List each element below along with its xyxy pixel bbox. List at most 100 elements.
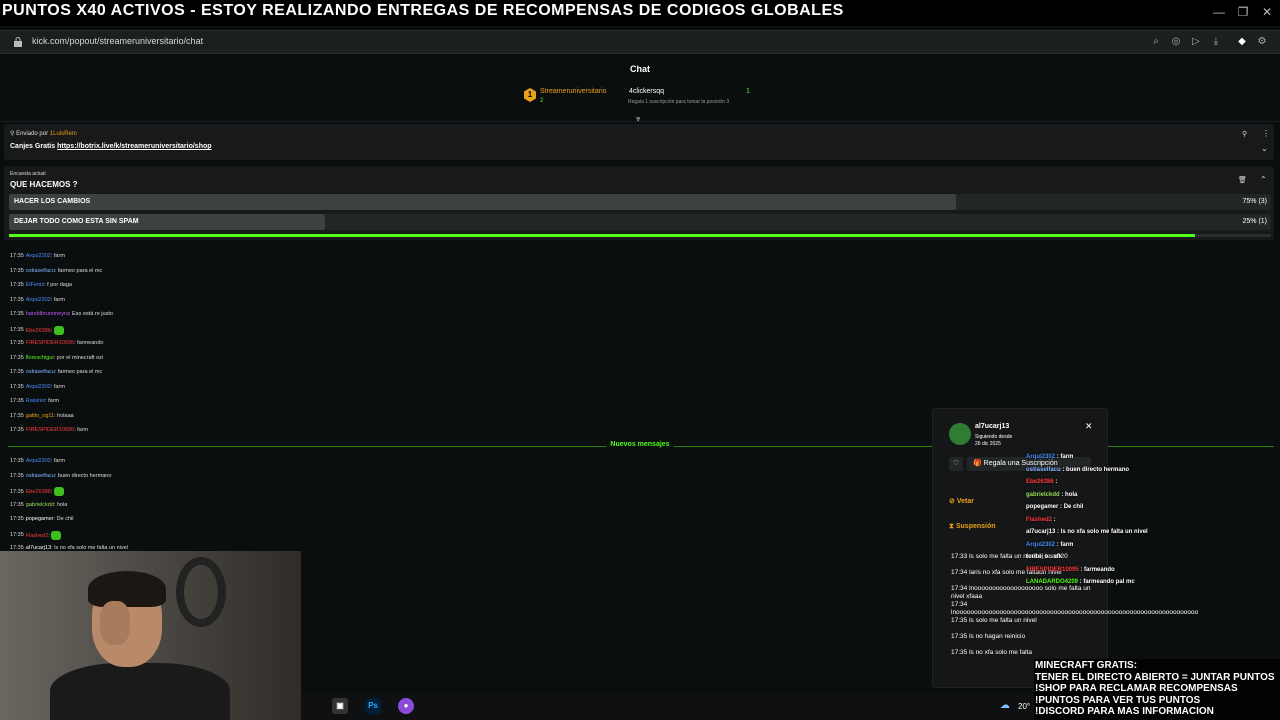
message-username[interactable]: FIRESPIDER10095: [26, 427, 74, 433]
message-text: farmeo para el mc: [57, 369, 103, 375]
poll-timer-fill: [9, 234, 1196, 237]
extension-icon[interactable]: ◆: [1236, 36, 1248, 48]
poll-option-percent: 75% (3): [1242, 198, 1267, 205]
info-overlay-line: MINECRAFT GRATIS:: [1035, 660, 1138, 671]
message-time: 17:35: [10, 398, 24, 404]
settings-icon[interactable]: ⚙: [1256, 36, 1268, 48]
message-username[interactable]: Arqui2302: [26, 384, 51, 390]
poll-option[interactable]: HACER LOS CAMBIOS 75% (3): [9, 194, 1271, 210]
message-username[interactable]: floreschigui: [26, 355, 54, 361]
message-time: 17:35: [10, 488, 24, 495]
poll-label: Encuesta actual: [10, 171, 46, 177]
message-text: farmeando: [77, 340, 104, 346]
close-icon[interactable]: ✕: [1260, 5, 1274, 19]
overlay-text: ls no xfa solo me falta un nivel: [1060, 529, 1148, 535]
pinned-sender-name[interactable]: 1LuisRem: [50, 131, 77, 137]
heart-icon[interactable]: ♡: [949, 457, 963, 471]
message-text: holaaa: [57, 412, 74, 419]
game-app-icon[interactable]: ▣: [332, 698, 348, 714]
play-icon[interactable]: ▷: [1190, 36, 1202, 48]
message-username[interactable]: ostiaselfacu: [26, 268, 55, 274]
gift-icon: 🎁: [973, 460, 984, 467]
message-username[interactable]: ostiaselfacu: [26, 473, 55, 479]
shield-icon[interactable]: ◎: [1170, 36, 1182, 48]
emote-icon: [51, 530, 62, 540]
message-username[interactable]: haroldbrunoneyra: [26, 311, 69, 317]
photoshop-icon[interactable]: Ps: [365, 698, 381, 714]
message-time: 17:35: [10, 501, 24, 508]
message-username[interactable]: Arqui2302: [26, 297, 51, 303]
message-username[interactable]: Arqui2302: [26, 458, 51, 464]
chat-title: Chat: [630, 64, 650, 74]
chat-message: 17:35 Arqui2302: farm: [10, 384, 65, 390]
new-messages-text: Nuevos mensajes: [606, 441, 674, 448]
overlay-chat-message: gabrielckdd : hola: [1026, 492, 1077, 498]
veto-icon: ⊘: [949, 498, 957, 505]
chat-message: 17:35 gabrielckdd: hola: [10, 502, 67, 508]
history-message: 17:35 ls no xfa solo me falta: [951, 649, 1032, 656]
pin-toggle-icon[interactable]: ⚲: [1242, 130, 1247, 138]
message-username[interactable]: ElFenix: [26, 282, 44, 288]
chat-message: 17:35 Flashed2:: [10, 530, 62, 540]
user-card-name[interactable]: al7ucarj13: [975, 423, 1009, 430]
download-icon[interactable]: ⤓: [1210, 36, 1222, 48]
message-username[interactable]: gatito_og11: [26, 413, 54, 419]
poll-option-percent: 25% (1): [1242, 218, 1267, 225]
message-username[interactable]: FIRESPIDER10095: [26, 340, 74, 346]
emote-icon: [53, 325, 64, 335]
chevron-down-icon[interactable]: ⌄: [1261, 144, 1268, 153]
message-username[interactable]: gabrielckdd: [26, 502, 54, 508]
hourglass-icon: ⧗: [949, 523, 956, 530]
more-options-icon[interactable]: ⋮: [1262, 129, 1270, 138]
overlay-chat-message: Arqui2302 : farm: [1026, 454, 1073, 460]
chevron-up-icon[interactable]: ⌃: [1260, 175, 1267, 184]
close-icon[interactable]: ✕: [1085, 421, 1093, 432]
following-since-label: Siguiendo desde: [975, 434, 1013, 440]
message-text: farmeo para el mc: [57, 267, 103, 274]
zoom-icon[interactable]: ⌕: [1150, 36, 1162, 48]
overlay-username: gabrielckdd: [1026, 491, 1060, 498]
history-message: 17:35 ls solo me falta un nivel: [951, 617, 1037, 624]
message-username[interactable]: popegamer: [26, 516, 54, 522]
maximize-icon[interactable]: ❐: [1236, 5, 1250, 19]
address-bar[interactable]: kick.com/popout/streameruniversitario/ch…: [0, 30, 1280, 54]
message-time: 17:35: [10, 427, 24, 433]
info-overlay-line: TENER EL DIRECTO ABIERTO = JUNTAR PUNTOS: [1035, 671, 1275, 683]
chat-message: 17:35 ostiaselfacu: buen directo hermano: [10, 473, 111, 479]
lock-icon: [14, 37, 22, 47]
veto-button[interactable]: ⊘ Vetar: [949, 497, 974, 505]
message-username[interactable]: Flashed2: [26, 532, 49, 538]
overlay-text: farm: [1060, 454, 1074, 460]
message-time: 17:35: [10, 354, 24, 361]
overlay-separator: :: [1052, 516, 1056, 523]
gifter-name[interactable]: 4clickersqq: [629, 88, 664, 95]
chat-message: 17:35 ElFenix: f por daga: [10, 282, 72, 288]
overlay-chat-message: LANADARDO4209 : farmeando pal mc: [1026, 579, 1135, 585]
obs-icon[interactable]: ●: [398, 698, 414, 714]
overlay-separator: :: [1053, 479, 1058, 485]
message-text: buen directo hermano: [57, 472, 112, 479]
delete-icon[interactable]: 🗑: [1238, 176, 1247, 184]
shop-link[interactable]: https://botrix.live/k/streameruniversita…: [57, 143, 211, 150]
message-username[interactable]: Ebe26386: [26, 327, 51, 333]
message-time: 17:35: [10, 369, 24, 375]
message-time: 17:35: [10, 383, 24, 390]
message-username[interactable]: Arqui2302: [26, 253, 51, 259]
poll-option[interactable]: DEJAR TODO COMO ESTA SIN SPAM 25% (1): [9, 214, 1271, 230]
chat-message: 17:35 gatito_og11: holaaa: [10, 413, 74, 419]
info-overlay-line: !DISCORD PARA MAS INFORMACION: [1035, 706, 1214, 717]
message-text: farm: [53, 458, 65, 464]
message-time: 17:35: [10, 458, 24, 464]
message-text: farm: [53, 296, 65, 303]
message-username[interactable]: Raisinix: [26, 398, 45, 404]
expand-leaderboard-icon[interactable]: ⩔: [636, 114, 641, 124]
pinned-prefix: Canjes Gratis: [10, 143, 56, 150]
top-subscriber-name[interactable]: Streameruniversitario: [540, 88, 607, 95]
pin-icon: ⚲: [10, 131, 15, 137]
timeout-button[interactable]: ⧗ Suspensión: [949, 523, 996, 531]
chat-message: 17:35 Arqui2302: farm: [10, 297, 65, 303]
minimize-icon[interactable]: —: [1212, 5, 1226, 19]
message-username[interactable]: Ebe26386: [26, 489, 51, 495]
message-text: De chil: [56, 516, 74, 522]
message-username[interactable]: ostiaselfacu: [26, 369, 55, 375]
